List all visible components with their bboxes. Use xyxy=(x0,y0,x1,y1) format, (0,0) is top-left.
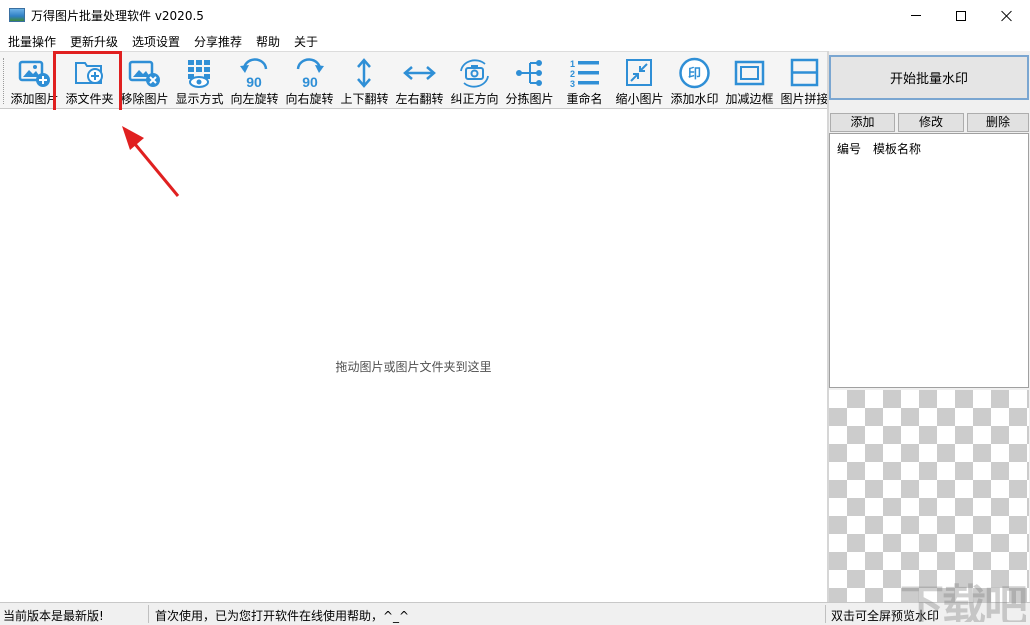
flip-vertical-icon xyxy=(357,58,371,88)
menu-help[interactable]: 帮助 xyxy=(256,33,280,50)
minimize-button[interactable] xyxy=(893,0,939,31)
flip-horizontal-button[interactable]: 左右翻转 xyxy=(392,52,447,109)
minimize-icon xyxy=(911,15,921,16)
menu-bar: 批量操作 更新升级 选项设置 分享推荐 帮助 关于 xyxy=(0,31,1030,51)
maximize-icon xyxy=(956,10,966,21)
border-button[interactable]: 加减边框 xyxy=(722,52,777,109)
add-watermark-icon: 印 xyxy=(679,57,710,89)
menu-about[interactable]: 关于 xyxy=(294,33,318,50)
column-header-template-name[interactable]: 模板名称 xyxy=(873,140,921,157)
correct-orientation-icon xyxy=(460,59,489,88)
menu-update[interactable]: 更新升级 xyxy=(70,33,118,50)
menu-share[interactable]: 分享推荐 xyxy=(194,33,242,50)
site-watermark: 下载吧 xyxy=(900,581,1026,622)
stitch-button[interactable]: 图片拼接 xyxy=(777,52,832,109)
add-watermark-button[interactable]: 印 添加水印 xyxy=(667,52,722,109)
status-separator xyxy=(148,605,149,623)
annotation-arrow xyxy=(122,126,180,197)
svg-text:90: 90 xyxy=(246,74,262,89)
status-separator xyxy=(825,605,826,623)
rotate-right-icon: 90 xyxy=(296,58,324,89)
sort-images-button[interactable]: 分拣图片 xyxy=(502,52,557,109)
correct-orientation-button[interactable]: 纠正方向 xyxy=(447,52,502,109)
column-header-number[interactable]: 编号 xyxy=(837,140,861,157)
flip-vertical-button[interactable]: 上下翻转 xyxy=(337,52,392,109)
close-icon xyxy=(1001,10,1013,22)
menu-batch-operation[interactable]: 批量操作 xyxy=(8,33,56,50)
svg-text:印: 印 xyxy=(688,67,701,82)
start-batch-watermark-button[interactable]: 开始批量水印 xyxy=(829,55,1029,100)
flip-horizontal-icon xyxy=(403,66,436,80)
shrink-image-button[interactable]: 缩小图片 xyxy=(612,52,667,109)
highlight-box xyxy=(53,51,122,113)
sort-images-icon xyxy=(516,60,542,86)
template-add-button[interactable]: 添加 xyxy=(830,113,895,132)
toolbar: 添加图片 添文件夹 移除图片 显示方式 90 向左旋转 90 向右旋转 上下翻转… xyxy=(0,51,829,109)
template-list[interactable]: 编号 模板名称 xyxy=(829,133,1029,388)
app-icon xyxy=(9,8,25,22)
status-bar: 当前版本是最新版! 首次使用，已为您打开软件在线使用帮助，^_^ 双击可全屏预览… xyxy=(0,602,1030,625)
remove-image-button[interactable]: 移除图片 xyxy=(117,52,172,109)
rename-button[interactable]: 1 2 3 重命名 xyxy=(557,52,612,109)
status-message: 首次使用，已为您打开软件在线使用帮助，^_^ xyxy=(155,609,410,623)
svg-text:90: 90 xyxy=(302,74,318,89)
window-title: 万得图片批量处理软件 v2020.5 xyxy=(31,9,204,23)
remove-image-icon xyxy=(128,60,160,87)
svg-text:3: 3 xyxy=(570,79,575,89)
rotate-right-button[interactable]: 90 向右旋转 xyxy=(282,52,337,109)
border-icon xyxy=(734,60,765,86)
svg-text:2: 2 xyxy=(570,69,575,79)
menu-options[interactable]: 选项设置 xyxy=(132,33,180,50)
stitch-icon xyxy=(790,58,819,87)
svg-text:1: 1 xyxy=(570,59,575,69)
template-delete-button[interactable]: 删除 xyxy=(967,113,1029,132)
maximize-button[interactable] xyxy=(938,0,984,31)
rotate-left-icon: 90 xyxy=(240,58,268,89)
shrink-image-icon xyxy=(626,59,652,86)
rotate-left-button[interactable]: 90 向左旋转 xyxy=(227,52,282,109)
add-image-icon xyxy=(18,60,50,87)
close-button[interactable] xyxy=(984,0,1030,31)
template-edit-button[interactable]: 修改 xyxy=(898,113,964,132)
view-mode-icon xyxy=(188,60,210,88)
right-panel: 开始批量水印 添加 修改 删除 编号 模板名称 xyxy=(829,51,1030,602)
view-mode-button[interactable]: 显示方式 xyxy=(172,52,227,109)
rename-icon: 1 2 3 xyxy=(570,59,599,89)
title-bar: 万得图片批量处理软件 v2020.5 xyxy=(0,0,1030,31)
status-version: 当前版本是最新版! xyxy=(3,609,104,623)
drop-hint: 拖动图片或图片文件夹到这里 xyxy=(335,360,492,374)
